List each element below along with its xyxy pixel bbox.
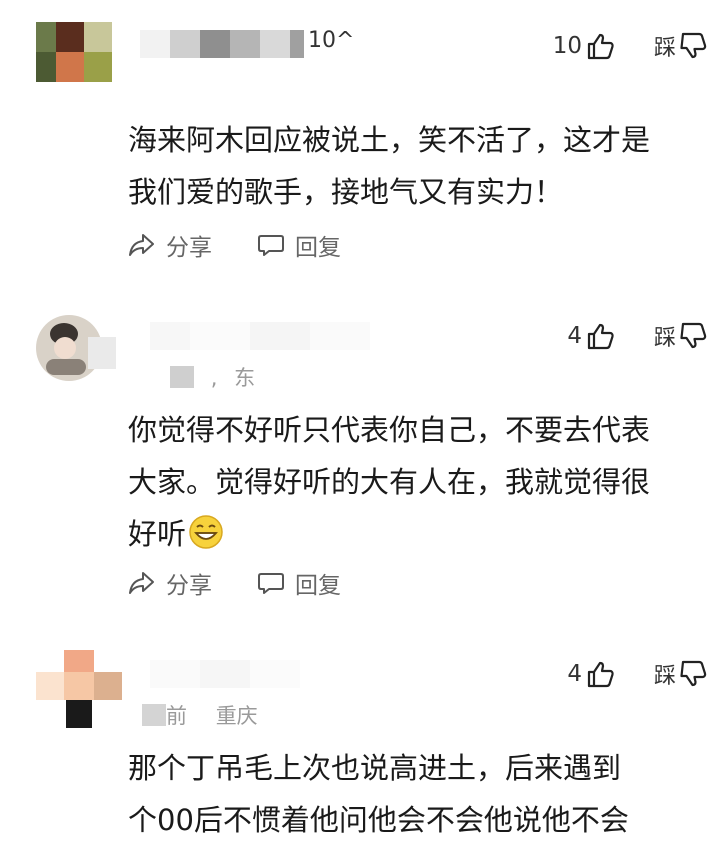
dislike-label[interactable]: 踩 [654, 30, 676, 62]
comment-time: 前 [166, 704, 187, 728]
thumbs-up-icon[interactable] [586, 659, 616, 689]
thumbs-down-icon[interactable] [680, 31, 710, 61]
username-mosaic[interactable] [150, 660, 300, 688]
comment-meta: , 东 [170, 362, 255, 392]
comment-text: 海来阿木回应被说土，笑不活了，这才是 我们爱的歌手，接地气又有实力！ [128, 114, 710, 218]
reply-label: 回复 [295, 235, 341, 261]
reply-button[interactable]: 回复 [257, 228, 341, 262]
comment-text: 那个丁吊毛上次也说高进土，后来遇到 个00后不惯着他问他会不会他说他不会 [128, 742, 710, 846]
meta-mosaic [142, 704, 166, 726]
comment-line: 大家。觉得好听的大有人在，我就觉得很 [128, 465, 651, 499]
reply-label: 回复 [295, 573, 341, 599]
comment-meta: 前 重庆 [142, 700, 258, 730]
share-button[interactable]: 分享 [128, 228, 212, 262]
dislike-label[interactable]: 踩 [654, 658, 676, 690]
username-mosaic[interactable]: 10^ [140, 28, 354, 58]
comment-bubble-icon [257, 232, 285, 258]
comment-line: 个00后不惯着他问他会不会他说他不会 [128, 803, 629, 837]
like-count: 10 [552, 33, 582, 59]
thumbs-down-icon[interactable] [680, 659, 710, 689]
username-mosaic[interactable] [150, 322, 370, 350]
thumbs-up-icon[interactable] [586, 321, 616, 351]
like-count: 4 [567, 661, 582, 687]
avatar[interactable] [36, 315, 116, 393]
comment-line: 你觉得不好听只代表你自己，不要去代表 [128, 413, 651, 447]
comment-stats: 4 踩 [567, 656, 710, 692]
dislike-label[interactable]: 踩 [654, 320, 676, 352]
meta-mosaic [170, 366, 194, 388]
share-icon [128, 570, 156, 596]
comment-location: 东 [234, 366, 256, 390]
share-icon [128, 232, 156, 258]
comment-line: 海来阿木回应被说土，笑不活了，这才是 [128, 123, 651, 157]
comment-line: 那个丁吊毛上次也说高进土，后来遇到 [128, 751, 622, 785]
comment-text: 你觉得不好听只代表你自己，不要去代表 大家。觉得好听的大有人在，我就觉得很 好听 [128, 404, 710, 566]
like-count: 4 [567, 323, 582, 349]
thumbs-up-icon[interactable] [586, 31, 616, 61]
grin-emoji-icon [188, 514, 224, 566]
share-button[interactable]: 分享 [128, 566, 212, 600]
comment-stats: 10 踩 [553, 28, 710, 64]
comment-line: 好听 [128, 517, 187, 551]
avatar[interactable] [36, 650, 122, 728]
share-label: 分享 [166, 573, 212, 599]
avatar[interactable] [36, 22, 112, 82]
thumbs-down-icon[interactable] [680, 321, 710, 351]
username-fragment: 10^ [308, 28, 355, 53]
comment-actions: 分享 回复 [128, 228, 341, 262]
reply-button[interactable]: 回复 [257, 566, 341, 600]
comment-stats: 4 踩 [567, 318, 710, 354]
comment-line-with-emoji: 好听 [128, 508, 710, 566]
share-label: 分享 [166, 235, 212, 261]
comment-location: 重庆 [215, 704, 258, 728]
comment-line: 我们爱的歌手，接地气又有实力！ [128, 175, 564, 209]
comment-actions: 分享 回复 [128, 566, 341, 600]
comment-bubble-icon [257, 570, 285, 596]
